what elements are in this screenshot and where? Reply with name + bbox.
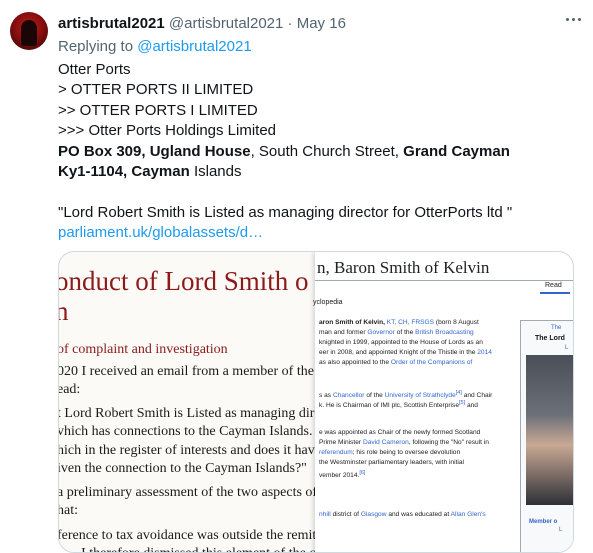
tweet-date[interactable]: May 16 (297, 15, 346, 32)
separator-dot: · (287, 15, 293, 32)
replying-to: Replying to @artisbrutal2021 (58, 38, 252, 55)
wiki-text: man and former Governor of the British B… (319, 329, 474, 336)
infobox-title: The Lord (535, 335, 565, 342)
wiki-text: as also appointed to the Order of the Co… (319, 359, 473, 366)
replying-handle-link[interactable]: @artisbrutal2021 (137, 38, 251, 55)
bold-text: Ugland House (149, 142, 251, 160)
report-section-heading: of complaint and investigation (58, 342, 228, 357)
address-line: PO Box 309, Ugland House, South Church S… (58, 142, 512, 162)
report-text: 020 I received an email from a member of… (58, 364, 353, 379)
text-line: > OTTER PORTS II LIMITED (58, 81, 254, 99)
tweet-header: artisbrutal2021 @artisbrutal2021 · May 1… (58, 15, 346, 32)
wiki-encyclopedia: yclopedia (313, 299, 343, 306)
quote-line: "Lord Robert Smith is Listed as managing… (58, 203, 513, 221)
wiki-text: aron Smith of Kelvin, KT, CH, FRSGS (bor… (319, 319, 479, 326)
report-text: hich in the register of interests and do… (58, 443, 359, 458)
tweet-link[interactable]: parliament.uk/globalassets/d… (58, 223, 512, 243)
wiki-read-underline (540, 292, 570, 294)
report-text: a preliminary assessment of the two aspe… (58, 485, 332, 500)
bold-text: PO Box 309, (58, 142, 146, 160)
wiki-text: k. He is Chairman of IMI plc, Scottish E… (319, 400, 478, 410)
replying-prefix: Replying to (58, 38, 134, 55)
report-text: vhich has connections to the Cayman Isla… (58, 424, 313, 439)
wikipedia-screenshot: n, Baron Smith of Kelvin Read yclopedia … (313, 252, 573, 552)
wiki-text: knighted in 1999, appointed to the House… (319, 339, 483, 346)
bold-text: Cayman (131, 162, 190, 180)
address-line: Ky1-1104, Cayman Islands (58, 162, 512, 182)
bold-text: Ky1-1104, (58, 162, 128, 180)
text-line: Otter Ports (58, 61, 131, 78)
infobox-caption-cont: L (559, 527, 563, 533)
display-name[interactable]: artisbrutal2021 (58, 15, 165, 32)
infobox-subtitle: L (565, 345, 569, 351)
tweet-text: Otter Ports > OTTER PORTS II LIMITED >> … (58, 60, 512, 244)
wiki-text: Prime Minister David Cameron, following … (319, 439, 489, 446)
report-title: onduct of Lord Smith o (58, 266, 309, 296)
infobox-caption: Member o (529, 519, 558, 525)
plain-text: , South Church Street, (250, 142, 399, 160)
avatar[interactable] (10, 12, 48, 50)
more-options-icon[interactable] (566, 18, 582, 22)
tweet-image[interactable]: onduct of Lord Smith o n of complaint an… (58, 251, 574, 553)
infobox-portrait (526, 355, 573, 505)
wiki-read-tab: Read (545, 282, 562, 289)
wiki-infobox: The The Lord L Member o L (520, 320, 573, 552)
wiki-text: nhill district of Glasgow and was educat… (319, 511, 486, 518)
bold-text: Grand Cayman (403, 142, 510, 160)
report-text: iven the connection to the Cayman Island… (58, 461, 307, 476)
wiki-text: referendum; his role being to oversee de… (319, 449, 461, 456)
report-title-cont: n (59, 296, 69, 327)
report-text: ct—I therefore dismissed this element of… (59, 545, 333, 552)
report-text: ference to tax avoidance was outside the… (58, 528, 327, 543)
report-text: t Lord Robert Smith is Listed as managin… (58, 406, 331, 421)
avatar-figure (21, 20, 37, 46)
wiki-text: vember 2014.[6] (319, 470, 366, 480)
wiki-title-rule (315, 280, 573, 281)
report-page: onduct of Lord Smith o n of complaint an… (58, 252, 358, 552)
wiki-text: eer in 2008, and appointed Knight of the… (319, 349, 492, 356)
plain-text: Islands (193, 162, 242, 180)
wiki-text: the Westminster parliamentary leaders, w… (319, 459, 464, 466)
report-text: hat: (58, 503, 78, 518)
infobox-heading: The (551, 325, 562, 331)
wiki-title: n, Baron Smith of Kelvin (317, 258, 490, 277)
report-text: ead: (58, 382, 81, 397)
text-line: >>> Otter Ports Holdings Limited (58, 122, 277, 140)
text-line: >> OTTER PORTS I LIMITED (58, 101, 258, 119)
wiki-text: e was appointed as Chair of the newly fo… (319, 429, 481, 436)
user-handle[interactable]: @artisbrutal2021 (169, 15, 283, 32)
